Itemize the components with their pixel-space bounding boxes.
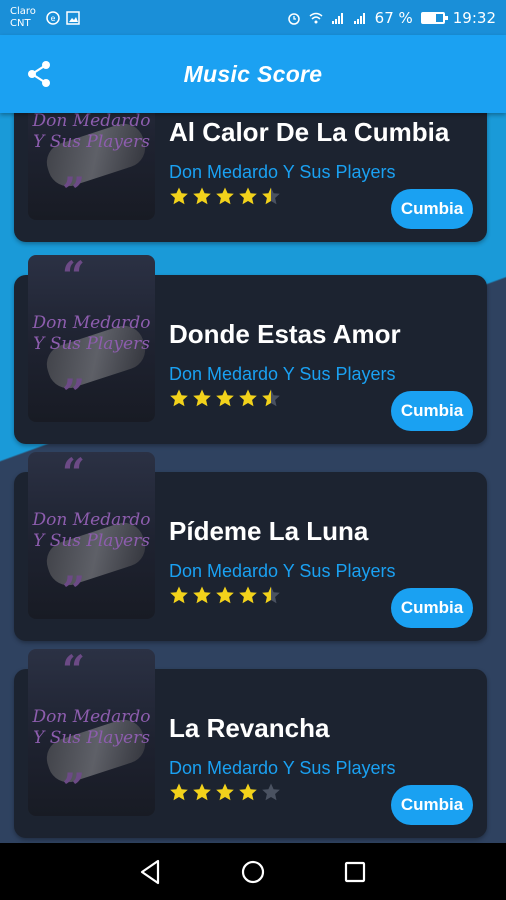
star-rating bbox=[169, 186, 281, 206]
star-half-icon bbox=[262, 389, 280, 407]
recents-square-icon[interactable] bbox=[340, 857, 370, 887]
battery-icon bbox=[420, 11, 448, 24]
album-cover: “ Don Medardo Y Sus Players ” bbox=[28, 113, 155, 220]
star-half-icon bbox=[262, 187, 280, 205]
star-filled-icon bbox=[216, 586, 234, 604]
star-rating bbox=[169, 585, 281, 605]
quote-mark-icon: ” bbox=[62, 765, 86, 812]
star-filled-icon bbox=[216, 389, 234, 407]
image-notification-icon bbox=[66, 10, 80, 25]
song-card[interactable]: “ Don Medardo Y Sus Players ” La Revanch… bbox=[14, 649, 487, 838]
star-filled-icon bbox=[239, 586, 257, 604]
star-filled-icon bbox=[170, 783, 188, 801]
genre-button[interactable]: Cumbia bbox=[391, 588, 473, 628]
quote-mark-icon: “ bbox=[62, 452, 86, 497]
battery-fill bbox=[422, 13, 437, 22]
carrier-name: Claro bbox=[10, 5, 36, 17]
cover-artist-text: Don Medardo Y Sus Players bbox=[32, 113, 151, 152]
home-circle-icon[interactable] bbox=[238, 857, 268, 887]
album-cover: “ Don Medardo Y Sus Players ” bbox=[28, 452, 155, 619]
song-artist: Don Medardo Y Sus Players bbox=[169, 561, 396, 581]
cover-artist-text: Don Medardo Y Sus Players bbox=[32, 510, 151, 551]
song-card[interactable]: “ Don Medardo Y Sus Players ” Al Calor D… bbox=[14, 113, 487, 242]
song-card[interactable]: “ Don Medardo Y Sus Players ” Donde Esta… bbox=[14, 255, 487, 444]
song-artist: Don Medardo Y Sus Players bbox=[169, 364, 396, 384]
star-filled-icon bbox=[193, 389, 211, 407]
star-filled-icon bbox=[239, 389, 257, 407]
clock: 19:32 bbox=[452, 8, 496, 27]
cover-artist-text: Don Medardo Y Sus Players bbox=[32, 313, 151, 354]
quote-mark-icon: ” bbox=[62, 169, 86, 216]
status-bar: Claro CNT e 67 % 19:32 bbox=[0, 0, 506, 35]
svg-text:e: e bbox=[51, 14, 56, 23]
star-empty-icon bbox=[262, 783, 280, 801]
status-right: 67 % 19:32 bbox=[287, 9, 496, 27]
cover-artist-text: Don Medardo Y Sus Players bbox=[32, 707, 151, 748]
signal-icon bbox=[331, 12, 343, 24]
carrier-label: Claro CNT bbox=[10, 6, 40, 30]
genre-button[interactable]: Cumbia bbox=[391, 391, 473, 431]
alarm-icon bbox=[287, 12, 300, 25]
song-title: Pídeme La Luna bbox=[169, 516, 369, 546]
song-artist: Don Medardo Y Sus Players bbox=[169, 758, 396, 778]
app-title: Music Score bbox=[183, 60, 323, 87]
notification-app-icon: e bbox=[46, 10, 60, 25]
carrier-network: CNT bbox=[10, 17, 31, 29]
wifi-icon bbox=[309, 12, 323, 23]
star-rating bbox=[169, 782, 281, 802]
song-title: Donde Estas Amor bbox=[169, 319, 401, 349]
song-card[interactable]: “ Don Medardo Y Sus Players ” Pídeme La … bbox=[14, 452, 487, 641]
quote-mark-icon: ” bbox=[62, 568, 86, 615]
star-filled-icon bbox=[193, 187, 211, 205]
signal-icon-2 bbox=[353, 12, 365, 24]
star-filled-icon bbox=[193, 586, 211, 604]
star-half-icon bbox=[262, 586, 280, 604]
song-title: La Revancha bbox=[169, 713, 330, 743]
album-cover: “ Don Medardo Y Sus Players ” bbox=[28, 649, 155, 816]
quote-mark-icon: ” bbox=[62, 371, 86, 418]
song-title: Al Calor De La Cumbia bbox=[169, 117, 450, 147]
album-cover: “ Don Medardo Y Sus Players ” bbox=[28, 255, 155, 422]
star-filled-icon bbox=[239, 187, 257, 205]
star-filled-icon bbox=[193, 783, 211, 801]
genre-button[interactable]: Cumbia bbox=[391, 785, 473, 825]
back-triangle-icon[interactable] bbox=[136, 857, 166, 887]
app-bar: Music Score bbox=[0, 35, 506, 113]
star-filled-icon bbox=[170, 187, 188, 205]
star-filled-icon bbox=[216, 783, 234, 801]
share-icon[interactable] bbox=[24, 59, 54, 89]
star-filled-icon bbox=[170, 586, 188, 604]
system-nav-bar bbox=[0, 843, 506, 900]
genre-button[interactable]: Cumbia bbox=[391, 189, 473, 229]
song-list[interactable]: “ Don Medardo Y Sus Players ” Al Calor D… bbox=[0, 113, 506, 843]
star-rating bbox=[169, 388, 281, 408]
quote-mark-icon: “ bbox=[62, 649, 86, 694]
battery-percent: 67 % bbox=[374, 8, 413, 27]
star-filled-icon bbox=[239, 783, 257, 801]
star-filled-icon bbox=[216, 187, 234, 205]
star-filled-icon bbox=[170, 389, 188, 407]
notification-icons: e bbox=[46, 10, 80, 25]
quote-mark-icon: “ bbox=[62, 255, 86, 300]
song-artist: Don Medardo Y Sus Players bbox=[169, 162, 396, 182]
